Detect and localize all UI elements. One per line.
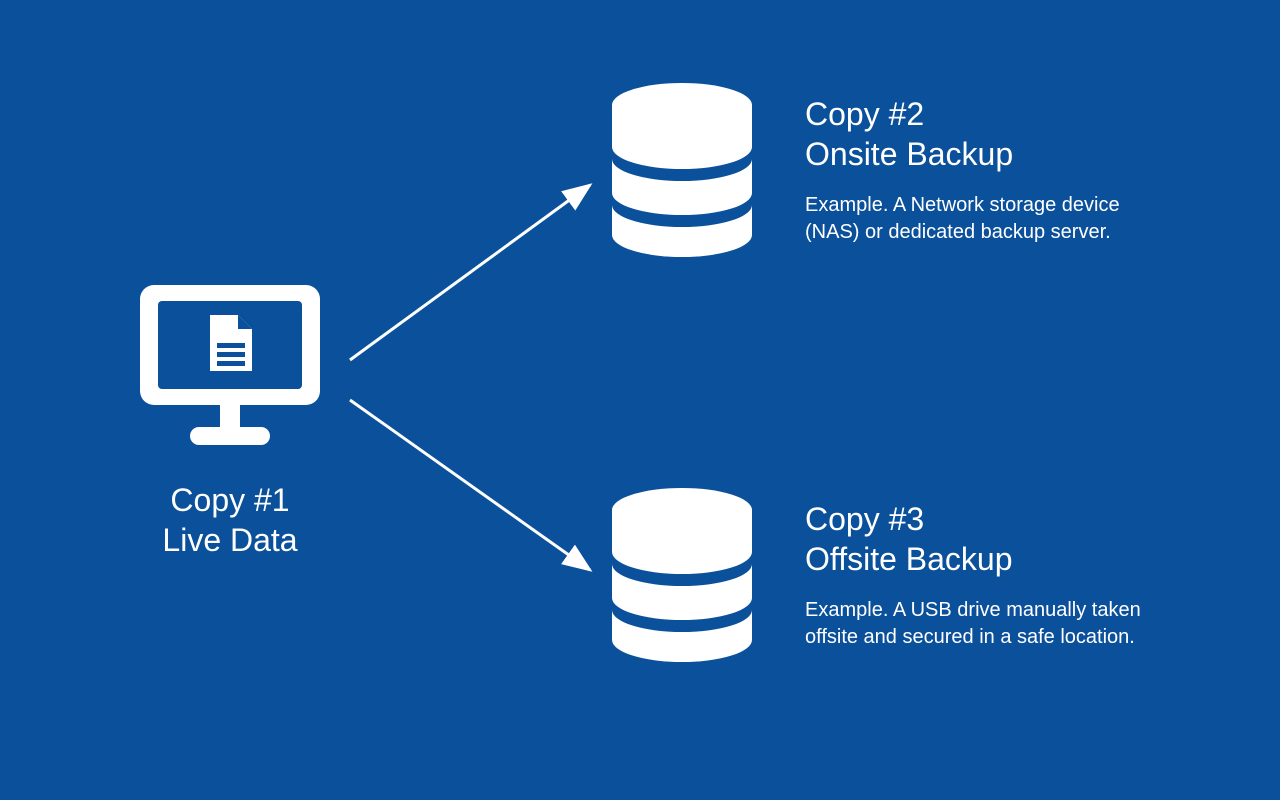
source-title-line1: Copy #1	[115, 480, 345, 520]
monitor-document-icon	[130, 275, 330, 465]
source-title-line2: Live Data	[115, 520, 345, 560]
database-icon	[600, 75, 765, 265]
arrow-to-onsite	[350, 185, 590, 360]
offsite-description: Example. A USB drive manually taken offs…	[805, 597, 1155, 651]
destination-onsite: Copy #2 Onsite Backup Example. A Network…	[600, 75, 1155, 265]
destination-offsite: Copy #3 Offsite Backup Example. A USB dr…	[600, 480, 1155, 670]
offsite-title-line2: Offsite Backup	[805, 539, 1155, 579]
source-label: Copy #1 Live Data	[115, 480, 345, 560]
source-node: Copy #1 Live Data	[115, 275, 345, 560]
onsite-title-line1: Copy #2	[805, 94, 1155, 134]
onsite-description: Example. A Network storage device (NAS) …	[805, 192, 1155, 246]
onsite-title: Copy #2 Onsite Backup	[805, 94, 1155, 174]
offsite-title-line1: Copy #3	[805, 499, 1155, 539]
onsite-title-line2: Onsite Backup	[805, 134, 1155, 174]
offsite-title: Copy #3 Offsite Backup	[805, 499, 1155, 579]
database-icon	[600, 480, 765, 670]
arrow-to-offsite	[350, 400, 590, 570]
